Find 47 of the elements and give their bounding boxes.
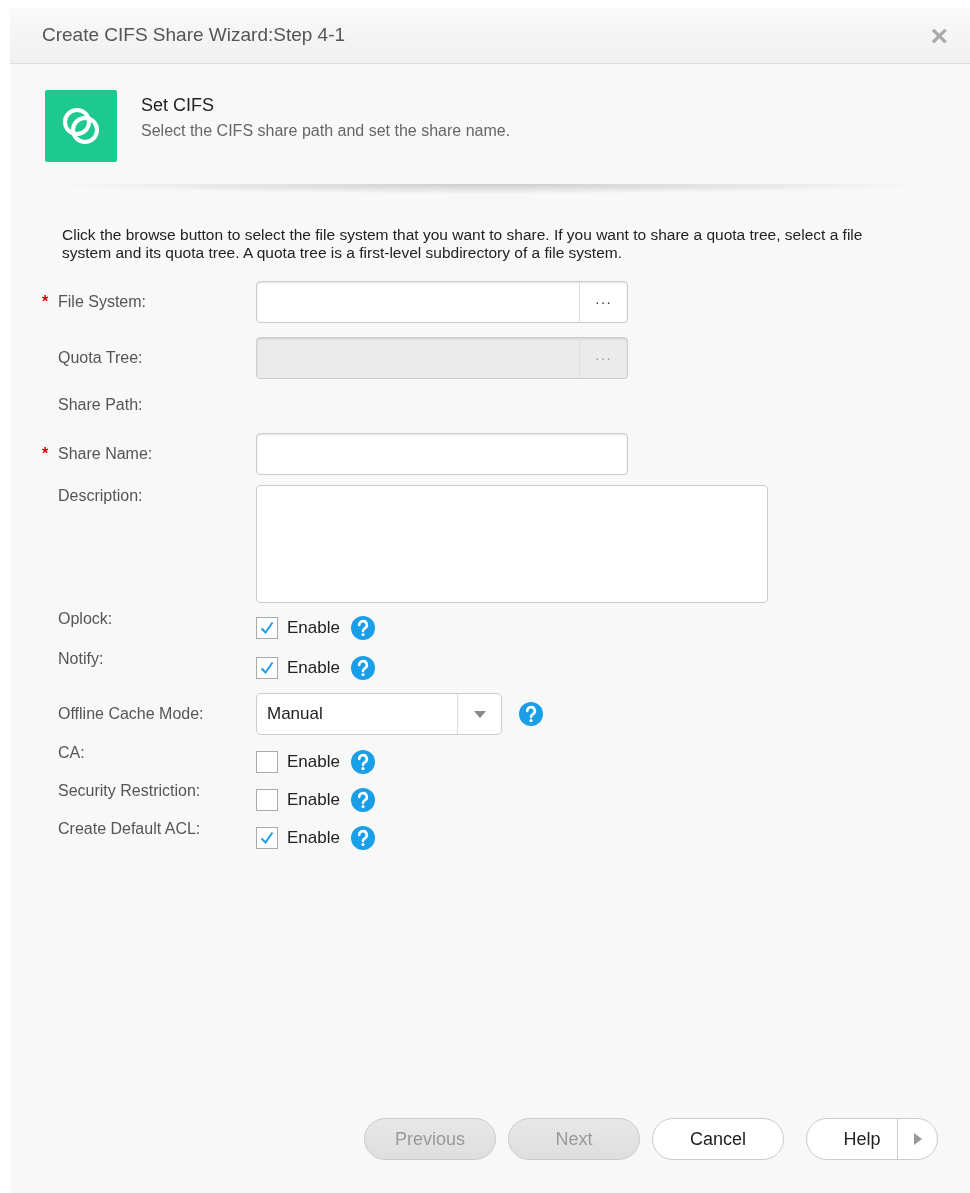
help-icon[interactable]	[349, 825, 376, 851]
step-subtitle: Select the CIFS share path and set the share name.	[141, 121, 511, 141]
help-icon[interactable]	[349, 787, 376, 813]
triangle-right-icon[interactable]	[913, 1133, 922, 1145]
description-field[interactable]	[256, 485, 768, 603]
checkbox-label: Enable	[287, 789, 340, 812]
cifs-rings-icon	[45, 90, 117, 162]
field-label: CA:	[58, 743, 85, 763]
checkbox[interactable]	[256, 751, 278, 773]
field-label: Quota Tree:	[58, 348, 143, 368]
checkbox-label: Enable	[287, 751, 340, 774]
field-label: Oplock:	[58, 609, 113, 629]
checkbox-label: Enable	[287, 657, 340, 680]
field-label: File System:	[58, 292, 146, 312]
checkbox[interactable]	[256, 617, 278, 639]
field-label: Offline Cache Mode:	[58, 704, 204, 724]
checkbox-label: Enable	[287, 617, 340, 640]
checkmark-icon	[259, 620, 275, 636]
field-label: Security Restriction:	[58, 781, 201, 801]
help-icon[interactable]	[349, 655, 376, 681]
window-title: Create CIFS Share Wizard:Step 4-1	[42, 23, 346, 48]
browse-field[interactable]: ···	[256, 281, 628, 323]
caret-icon	[473, 710, 486, 718]
step-title: Set CIFS	[141, 94, 216, 117]
checkbox-label: Enable	[287, 827, 340, 850]
help-split-button[interactable]: Help	[806, 1118, 938, 1160]
field-label: Share Name:	[58, 444, 153, 464]
wizard-button[interactable]: Cancel	[652, 1118, 784, 1160]
checkbox[interactable]	[256, 657, 278, 679]
help-icon[interactable]	[518, 701, 544, 727]
browse-button[interactable]: ···	[579, 282, 627, 322]
help-icon[interactable]	[349, 749, 376, 775]
checkbox[interactable]	[256, 827, 278, 849]
help-icon[interactable]	[349, 615, 376, 641]
checkmark-icon	[259, 660, 275, 676]
checkmark-icon	[259, 830, 275, 846]
field-label: Description:	[58, 486, 143, 506]
instructions-text: Click the browse button to select the file system that you want to share. If you want to share a quota tree, select a file system and its quota tree. A quota tree is a first-level subdirectory of a file system.	[61, 225, 864, 262]
dropdown[interactable]: Manual	[256, 693, 502, 735]
text-field[interactable]	[256, 433, 628, 475]
field-label: Notify:	[58, 649, 104, 669]
help-button[interactable]: Help	[807, 1119, 897, 1159]
checkbox[interactable]	[256, 789, 278, 811]
required-marker: *	[42, 292, 50, 312]
field-label: Create Default ACL:	[58, 819, 201, 839]
required-marker: *	[42, 444, 50, 464]
field-label: Share Path:	[58, 395, 143, 415]
